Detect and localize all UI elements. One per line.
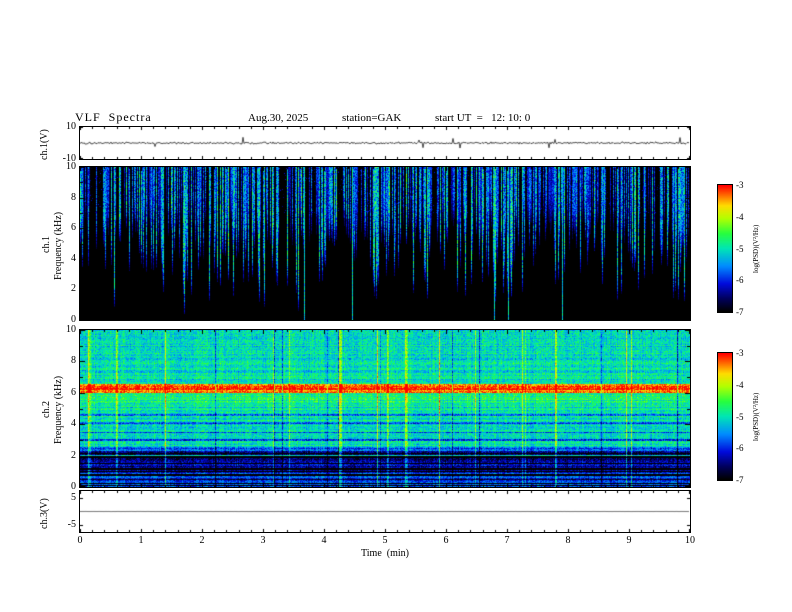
y-tick-label: 10 <box>66 161 76 172</box>
colorbar2-canvas <box>718 353 732 480</box>
y-tick-label: 10 <box>66 121 76 132</box>
colorbar2-panel <box>717 352 733 481</box>
station-label: station=GAK <box>342 112 402 124</box>
colorbar1-axis-label: log(PSD)(V²/Hz) <box>752 224 760 273</box>
x-tick-label: 5 <box>382 535 388 546</box>
x-tick-label: 2 <box>199 535 205 546</box>
colorbar-tick-label: -7 <box>736 475 744 485</box>
ch3-volts-axis-label: ch.3(V) <box>39 498 50 529</box>
y-tick-label: 2 <box>71 283 76 294</box>
ch1-spectrogram-canvas <box>80 167 690 320</box>
x-axis-title: Time (min) <box>361 548 409 559</box>
ch2-spectrogram-canvas <box>80 330 690 487</box>
ch1-frequency-axis-label: Frequency (kHz) <box>53 211 64 280</box>
ch3-waveform-canvas <box>80 491 690 532</box>
colorbar-tick-label: -3 <box>736 348 744 358</box>
y-tick-label: 2 <box>71 450 76 461</box>
x-tick-label: 10 <box>685 535 695 546</box>
y-tick-label: -5 <box>67 519 76 530</box>
y-tick-label: 8 <box>71 355 76 366</box>
colorbar-tick-label: -5 <box>736 412 744 422</box>
vlf-spectra-figure: VLF Spectra Aug.30, 2025 station=GAK sta… <box>0 0 792 612</box>
x-tick-label: 6 <box>443 535 449 546</box>
colorbar-tick-label: -4 <box>736 212 744 222</box>
colorbar1-canvas <box>718 185 732 312</box>
x-tick-label: 7 <box>504 535 510 546</box>
ch2-frequency-axis-label: Frequency (kHz) <box>53 375 64 444</box>
colorbar-tick-label: -7 <box>736 307 744 317</box>
colorbar2-axis-label: log(PSD)(V²/Hz) <box>752 392 760 441</box>
y-tick-label: 0 <box>71 481 76 492</box>
y-tick-label: 10 <box>66 324 76 335</box>
x-tick-label: 9 <box>626 535 632 546</box>
ch2-spectrogram-panel <box>79 329 691 488</box>
ch1-channel-label: ch.1 <box>41 236 52 253</box>
ch2-channel-label: ch.2 <box>41 401 52 418</box>
colorbar-tick-label: -6 <box>736 275 744 285</box>
x-tick-label: 1 <box>138 535 144 546</box>
ch1-spectrogram-panel <box>79 166 691 321</box>
ch1-waveform-panel <box>79 126 691 160</box>
colorbar-tick-label: -6 <box>736 443 744 453</box>
x-tick-label: 4 <box>321 535 327 546</box>
ch3-waveform-panel <box>79 490 691 533</box>
colorbar-tick-label: -3 <box>736 180 744 190</box>
start-ut-label: start UT = 12: 10: 0 <box>435 112 531 124</box>
page-title: VLF Spectra <box>75 110 152 124</box>
y-tick-label: 8 <box>71 192 76 203</box>
y-tick-label: 5 <box>71 492 76 503</box>
ch1-volts-axis-label: ch.1(V) <box>39 129 50 160</box>
x-tick-label: 0 <box>77 535 83 546</box>
date-label: Aug.30, 2025 <box>248 112 309 124</box>
x-tick-label: 8 <box>565 535 571 546</box>
x-tick-label: 3 <box>260 535 266 546</box>
colorbar-tick-label: -5 <box>736 244 744 254</box>
colorbar1-panel <box>717 184 733 313</box>
ch1-waveform-canvas <box>80 127 690 159</box>
colorbar-tick-label: -4 <box>736 380 744 390</box>
